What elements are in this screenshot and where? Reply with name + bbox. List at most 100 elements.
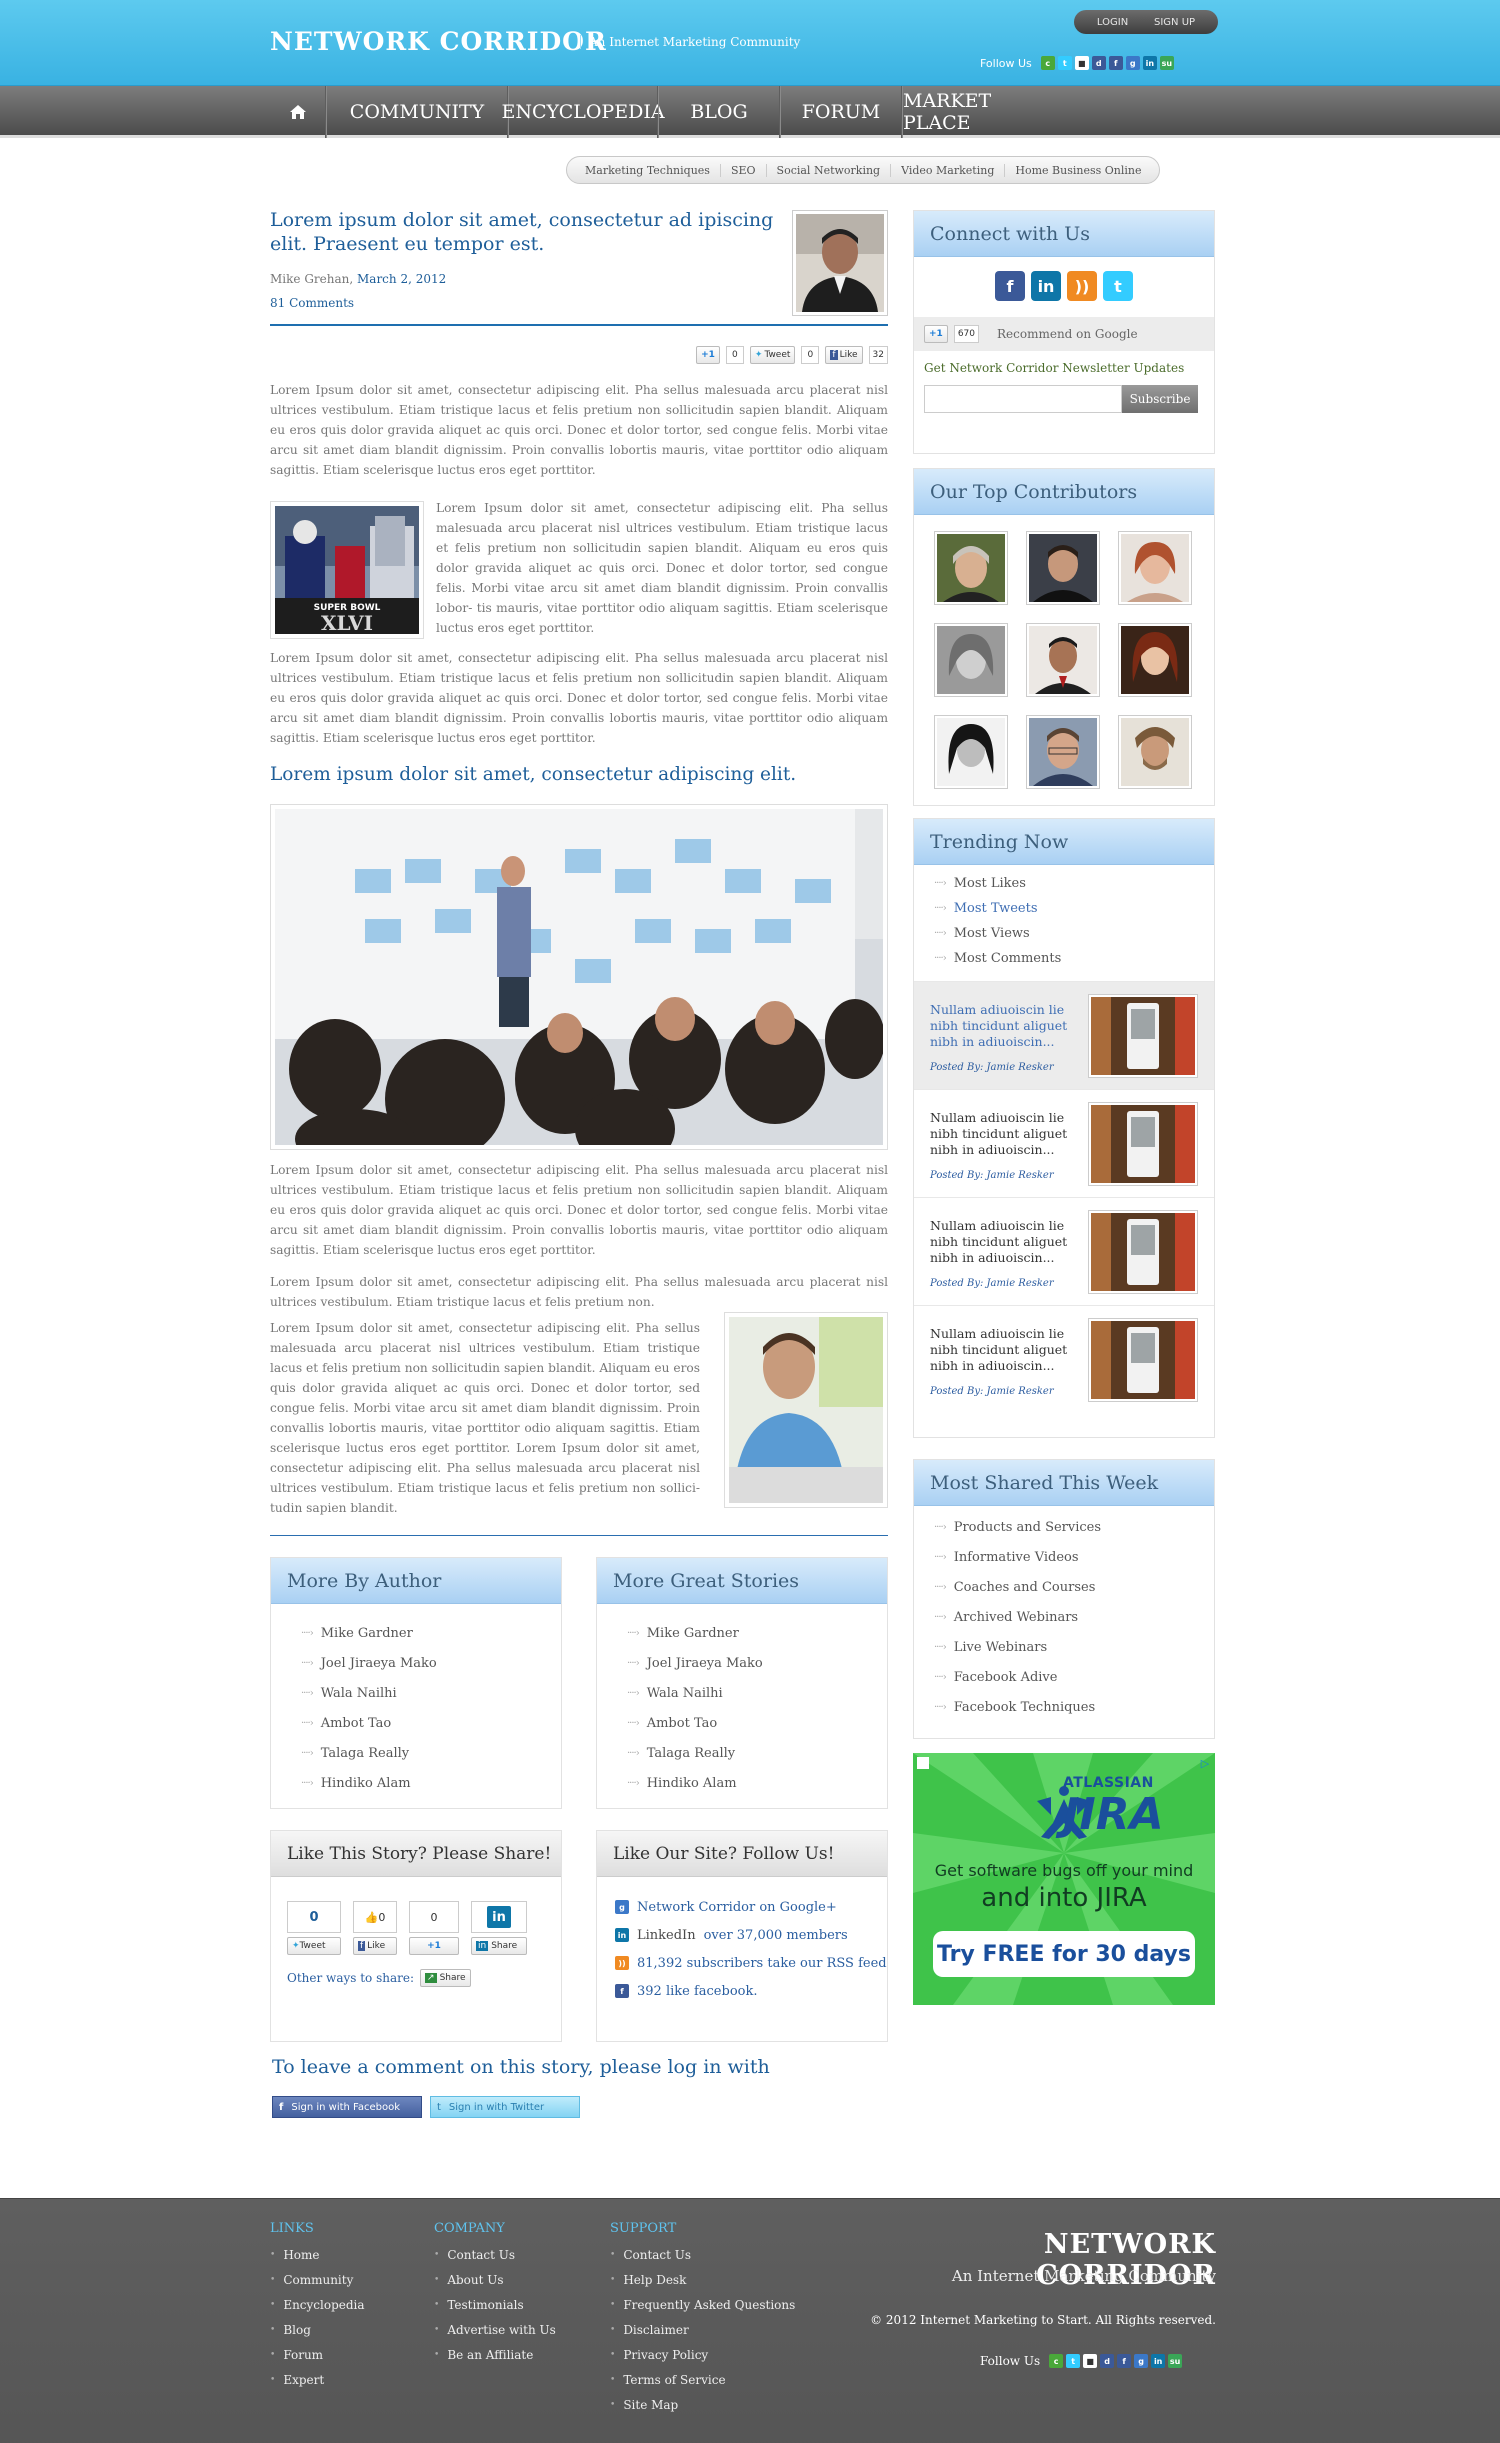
list-item[interactable]: Joel Jiraeya Mako <box>301 1648 561 1678</box>
follow-rss[interactable]: )) 81,392 subscribers take our RSS feed <box>615 1949 887 1977</box>
trending-tab-most-likes[interactable]: Most Likes <box>934 871 1214 896</box>
footer-link[interactable]: Frequently Asked Questions <box>610 2292 795 2317</box>
list-item[interactable]: Wala Nailhi <box>627 1678 887 1708</box>
list-item[interactable]: Facebook Techniques <box>934 1692 1214 1722</box>
delicious-icon[interactable]: ■ <box>1083 2354 1098 2368</box>
linkedin-icon[interactable]: in <box>1031 271 1061 301</box>
list-item[interactable]: Hindiko Alam <box>301 1768 561 1798</box>
subscribe-button[interactable]: Subscribe <box>1122 385 1198 413</box>
subnav-seo[interactable]: SEO <box>721 163 767 177</box>
jira-ad-banner[interactable]: ▷ ATLASSIAN JIRA Get software bugs off y… <box>913 1753 1215 2005</box>
list-item[interactable]: Talaga Really <box>627 1738 887 1768</box>
trending-item[interactable]: Nullam adiuoiscin lie nibh tincidunt ali… <box>914 981 1214 1089</box>
contributor-avatar[interactable] <box>1026 623 1100 697</box>
gplus-button[interactable]: +1 <box>696 346 720 364</box>
site-logo[interactable]: NETWORK CORRIDOR <box>270 27 607 56</box>
facebook-icon[interactable]: f <box>1117 2354 1132 2368</box>
nav-forum[interactable]: FORUM <box>780 86 902 138</box>
subnav-home-business-online[interactable]: Home Business Online <box>1005 164 1151 177</box>
author-photo[interactable] <box>792 210 888 316</box>
footer-link[interactable]: Blog <box>270 2317 365 2342</box>
newsletter-email-input[interactable] <box>924 385 1122 413</box>
facebook-icon[interactable]: f <box>1108 56 1123 70</box>
trending-item[interactable]: Nullam adiuoiscin lie nibh tincidunt ali… <box>914 1305 1214 1413</box>
delicious-icon[interactable]: ■ <box>1074 56 1089 70</box>
footer-link[interactable]: Contact Us <box>610 2242 795 2267</box>
trending-tab-most-tweets[interactable]: Most Tweets <box>934 896 1214 921</box>
comments-link[interactable]: 81 Comments <box>270 296 354 310</box>
nav-community[interactable]: COMMUNITY <box>326 86 508 138</box>
footer-link[interactable]: Encyclopedia <box>270 2292 364 2317</box>
contributor-avatar[interactable] <box>1118 623 1192 697</box>
stumbleupon-icon[interactable]: su <box>1159 56 1174 70</box>
list-item[interactable]: Coaches and Courses <box>934 1572 1214 1602</box>
rss-icon[interactable]: )) <box>1067 271 1097 301</box>
nav-encyclopedia[interactable]: ENCYCLOPEDIA <box>501 86 665 138</box>
list-item[interactable]: Talaga Really <box>301 1738 561 1768</box>
google-icon[interactable]: g <box>1134 2354 1149 2368</box>
gplus-button[interactable]: +1 <box>924 325 948 343</box>
subnav-video-marketing[interactable]: Video Marketing <box>891 163 1006 177</box>
footer-link[interactable]: About Us <box>434 2267 556 2292</box>
facebook-icon[interactable]: f <box>995 271 1025 301</box>
nav-blog[interactable]: BLOG <box>658 86 780 138</box>
footer-link[interactable]: Expert <box>270 2367 365 2392</box>
contributor-avatar[interactable] <box>934 531 1008 605</box>
digg-icon[interactable]: d <box>1100 2354 1115 2368</box>
nav-market-place[interactable]: MARKET PLACE <box>902 86 1060 138</box>
digg-icon[interactable]: d <box>1091 56 1106 70</box>
footer-link[interactable]: Disclaimer <box>610 2317 795 2342</box>
login-link[interactable]: LOGIN <box>1097 17 1128 28</box>
footer-link[interactable]: Home <box>270 2242 365 2267</box>
list-item[interactable]: Ambot Tao <box>627 1708 887 1738</box>
footer-link[interactable]: Forum <box>270 2342 365 2367</box>
footer-link[interactable]: Community <box>270 2267 365 2292</box>
contributor-avatar[interactable] <box>1026 715 1100 789</box>
list-item[interactable]: Hindiko Alam <box>627 1768 887 1798</box>
signup-link[interactable]: SIGN UP <box>1154 17 1195 28</box>
facebook-signin-button[interactable]: f Sign in with Facebook <box>272 2096 422 2118</box>
chat-icon[interactable]: c <box>1049 2354 1064 2368</box>
trending-tab-most-comments[interactable]: Most Comments <box>934 946 1214 971</box>
follow-linkedin[interactable]: in LinkedIn over 37,000 members <box>615 1921 887 1949</box>
follow-gplus[interactable]: g Network Corridor on Google+ <box>615 1893 887 1921</box>
list-item[interactable]: Facebook Adive <box>934 1662 1214 1692</box>
list-item[interactable]: Mike Gardner <box>627 1618 887 1648</box>
contributor-avatar[interactable] <box>934 715 1008 789</box>
list-item[interactable]: Mike Gardner <box>301 1618 561 1648</box>
contributor-avatar[interactable] <box>1118 531 1192 605</box>
gplus-button[interactable]: +1 <box>409 1937 459 1955</box>
trending-item[interactable]: Nullam adiuoiscin lie nibh tincidunt ali… <box>914 1197 1214 1305</box>
footer-link[interactable]: Terms of Service <box>610 2367 795 2392</box>
contributor-avatar[interactable] <box>1026 531 1100 605</box>
twitter-icon[interactable]: t <box>1103 271 1133 301</box>
twitter-signin-button[interactable]: t Sign in with Twitter <box>430 2096 580 2118</box>
share-button[interactable]: ↗ Share <box>420 1969 471 1987</box>
meeting-image[interactable] <box>270 804 888 1169</box>
twitter-icon[interactable]: t <box>1057 56 1072 70</box>
stumbleupon-icon[interactable]: su <box>1168 2354 1183 2368</box>
superbowl-image[interactable]: SUPER BOWL XLVI <box>270 501 424 639</box>
list-item[interactable]: Informative Videos <box>934 1542 1214 1572</box>
home-button[interactable] <box>270 86 326 138</box>
trending-item[interactable]: Nullam adiuoiscin lie nibh tincidunt ali… <box>914 1089 1214 1197</box>
footer-link[interactable]: Testimonials <box>434 2292 556 2317</box>
footer-link[interactable]: Advertise with Us <box>434 2317 555 2342</box>
linkedin-icon[interactable]: in <box>1151 2354 1166 2368</box>
google-icon[interactable]: g <box>1125 56 1140 70</box>
man-image[interactable] <box>724 1312 888 1508</box>
footer-link[interactable]: Contact Us <box>434 2242 556 2267</box>
list-item[interactable]: Ambot Tao <box>301 1708 561 1738</box>
list-item[interactable]: Archived Webinars <box>934 1602 1214 1632</box>
subnav-social-networking[interactable]: Social Networking <box>767 163 892 177</box>
follow-facebook[interactable]: f 392 like facebook. <box>615 1977 887 2005</box>
like-button[interactable]: f Like <box>825 346 863 364</box>
list-item[interactable]: Products and Services <box>934 1512 1214 1542</box>
tweet-button[interactable]: ✦ Tweet <box>749 346 796 364</box>
linkedin-share-button[interactable]: in Share <box>471 1937 527 1955</box>
linkedin-icon[interactable]: in <box>1142 56 1157 70</box>
footer-link[interactable]: Be an Affiliate <box>434 2342 556 2367</box>
contributor-avatar[interactable] <box>934 623 1008 697</box>
footer-link[interactable]: Site Map <box>610 2392 795 2417</box>
like-button[interactable]: f Like <box>353 1937 397 1955</box>
